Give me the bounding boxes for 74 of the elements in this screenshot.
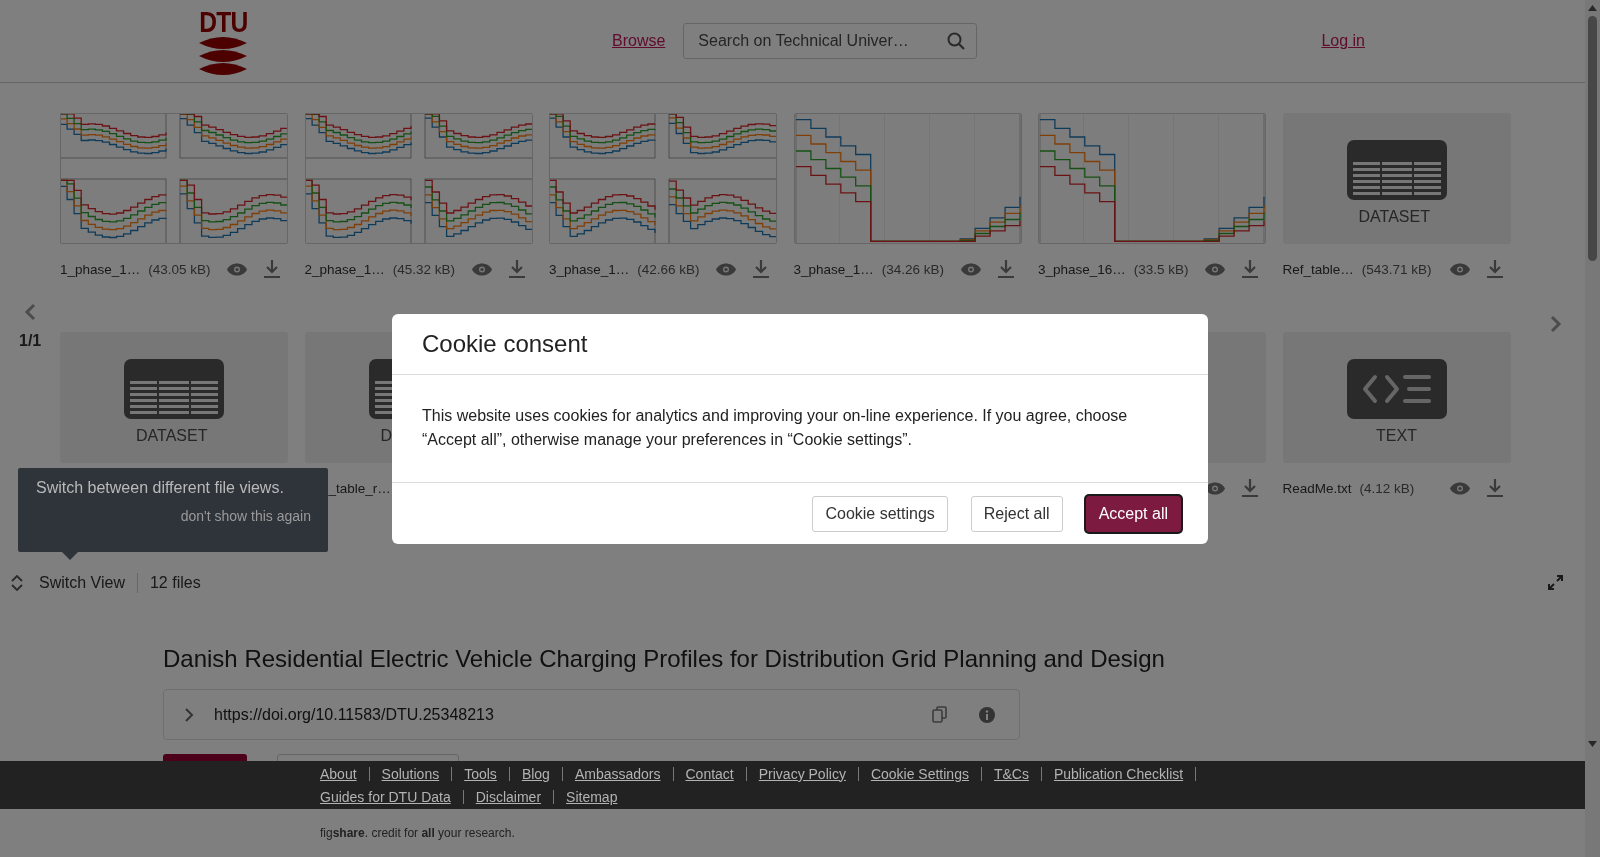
download-icon[interactable] (753, 260, 769, 278)
switch-view-button[interactable]: Switch View (39, 573, 125, 592)
code-icon (1346, 359, 1447, 419)
footer-link[interactable]: Publication Checklist (1053, 765, 1184, 782)
table-icon (1346, 140, 1447, 200)
file-name[interactable]: 3_phase_1… (549, 261, 630, 277)
file-type-label: DATASET (1358, 208, 1430, 225)
dismiss-link[interactable]: don't show this again (180, 508, 311, 524)
footer-link[interactable]: Cookie Settings (870, 765, 969, 782)
download-icon[interactable] (264, 260, 280, 278)
download-icon[interactable] (1242, 260, 1258, 278)
file-size: (33.5 kB) (1133, 261, 1189, 277)
dialog-title: Cookie consent (422, 330, 588, 358)
scroll-down-icon[interactable] (1588, 741, 1597, 747)
up-down-chevron-icon[interactable] (11, 574, 23, 591)
footer-link[interactable]: Ambassadors (574, 765, 661, 782)
logo-text[interactable]: DTU (198, 7, 248, 37)
footer-link[interactable]: Guides for DTU Data (320, 788, 451, 805)
file-name[interactable]: ReadMe.txt (1282, 480, 1352, 496)
file-size: (4.12 kB) (1359, 480, 1415, 496)
dialog-button[interactable]: Reject all (970, 495, 1063, 532)
dialog-button[interactable]: Cookie settings (812, 495, 948, 532)
file-tile[interactable]: DATASET (60, 332, 288, 463)
file-size: (42.66 kB) (637, 261, 700, 277)
footer-link[interactable]: Disclaimer (475, 788, 542, 805)
file-type-label: D (380, 427, 393, 444)
chevron-right-icon[interactable] (184, 706, 194, 723)
footer-link[interactable]: Tools (464, 765, 497, 782)
search-field[interactable]: Search on Technical Univer… (683, 23, 978, 59)
file-type-label: TEXT (1376, 427, 1417, 445)
download-icon[interactable] (1486, 260, 1503, 278)
file-name[interactable]: 3_phase_1… (793, 261, 874, 277)
scroll-thumb[interactable] (1588, 16, 1597, 261)
download-icon[interactable] (997, 260, 1014, 278)
search-icon[interactable] (947, 32, 966, 50)
download-icon[interactable] (508, 260, 525, 278)
file-size: (543.71 kB) (1361, 261, 1432, 277)
item-title: Danish Residential Electric Vehicle Charging Profiles for Distribution Grid Planning and Design (163, 645, 1166, 673)
file-tile[interactable]: TEXT (1282, 332, 1511, 463)
file-name[interactable]: Ref_table… (1282, 261, 1354, 277)
login-link[interactable]: Log in (1321, 32, 1365, 50)
dialog-text: This website uses cookies for analytics and improving your on-line experience. If you agree, choose “Accept all”, otherwise manage your preferences in “Cookie settings”. (392, 375, 1208, 483)
copy-icon[interactable] (932, 706, 947, 723)
download-icon[interactable] (1486, 479, 1503, 497)
file-name[interactable]: 2_phase_1… (304, 261, 385, 277)
file-count: 12 files (149, 573, 201, 592)
footer-link[interactable]: Blog (521, 765, 550, 782)
info-icon[interactable] (979, 706, 995, 723)
tagline: figshare. credit for all your research. (320, 826, 516, 840)
file-size: (45.32 kB) (392, 261, 456, 277)
doi-link[interactable]: https://doi.org/10.11583/DTU.25348213 (214, 705, 494, 724)
file-name[interactable]: 3_phase_16… (1038, 261, 1126, 277)
tooltip-text: Switch between different file views. (36, 479, 285, 497)
file-size: (34.26 kB) (881, 261, 945, 277)
accept-all-button[interactable]: Accept all (1085, 495, 1181, 532)
scroll-up-icon[interactable] (1588, 5, 1597, 11)
footer-link[interactable]: T&Cs (993, 765, 1029, 782)
download-icon[interactable] (1242, 479, 1258, 497)
footer-link[interactable]: Privacy Policy (758, 765, 846, 782)
wave-logo-icon[interactable] (199, 37, 247, 75)
file-type-label: DATASET (136, 427, 208, 444)
footer-link[interactable]: Solutions (381, 765, 440, 782)
fullscreen-icon[interactable] (1548, 575, 1563, 590)
page-indicator: 1/1 (19, 332, 42, 350)
table-icon (124, 359, 224, 419)
scrollbar[interactable] (1585, 0, 1600, 857)
browse-link[interactable]: Browse (612, 32, 666, 50)
file-name[interactable]: 1_phase_1… (60, 261, 141, 277)
file-tile[interactable]: DATASET (1282, 113, 1511, 244)
footer-link[interactable]: Contact (685, 765, 734, 782)
footer-link[interactable]: About (320, 765, 357, 782)
footer-link[interactable]: Sitemap (566, 788, 618, 805)
file-name[interactable]: _table_r… (328, 480, 391, 496)
file-size: (43.05 kB) (148, 261, 211, 277)
